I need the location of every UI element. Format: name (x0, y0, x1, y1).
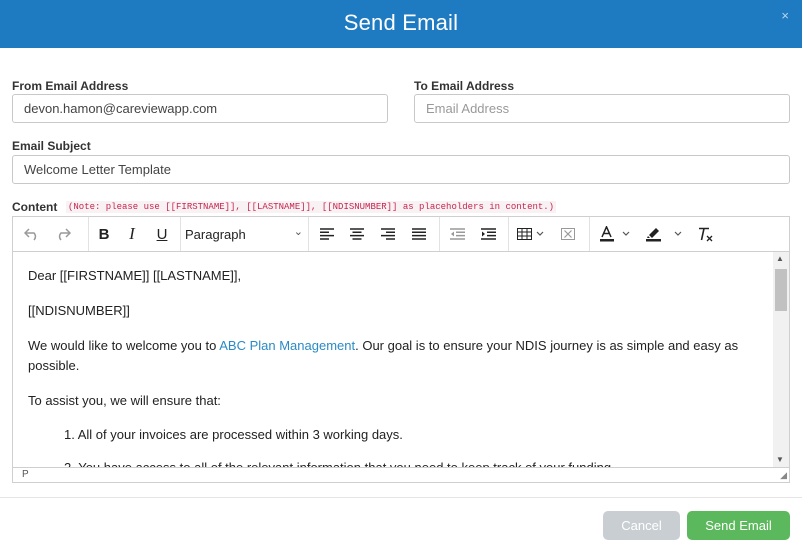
editor-statusbar: P ◢ (13, 467, 789, 483)
to-email-label: To Email Address (414, 79, 515, 93)
footer-divider (0, 497, 802, 498)
chevron-down-icon: ⌄ (293, 226, 303, 238)
dialog-title: Send Email (343, 10, 459, 35)
toolbar-divider (308, 217, 309, 251)
welcome-text-start: We would like to welcome you to (28, 338, 220, 353)
scroll-up-icon[interactable]: ▲ (776, 254, 784, 263)
editor-toolbar: B I U Paragraph ⌄ (13, 217, 789, 252)
clear-format-icon[interactable] (695, 221, 717, 247)
from-email-input[interactable] (12, 94, 388, 123)
scrollbar-thumb[interactable] (775, 269, 787, 311)
modal-header: Send Email × (0, 0, 802, 48)
cancel-button[interactable]: Cancel (603, 511, 680, 540)
welcome-paragraph: We would like to welcome you to ABC Plan… (28, 336, 748, 376)
list-item: 1. All of your invoices are processed wi… (64, 427, 403, 442)
element-path[interactable]: P (22, 469, 29, 480)
toolbar-divider (589, 217, 590, 251)
from-email-label: From Email Address (12, 79, 129, 93)
table-icon[interactable] (515, 221, 547, 247)
toolbar-divider (508, 217, 509, 251)
outdent-icon[interactable] (447, 221, 467, 247)
editor-content[interactable]: Dear [[FIRSTNAME]] [[LASTNAME]], [[NDISN… (13, 252, 773, 467)
underline-icon[interactable]: U (151, 221, 173, 247)
email-subject-label: Email Subject (12, 139, 91, 153)
send-email-button[interactable]: Send Email (687, 511, 790, 540)
align-justify-icon[interactable] (409, 221, 429, 247)
rich-text-editor: B I U Paragraph ⌄ Dear [[FIRSTNAME]] [[L… (12, 216, 790, 483)
block-format-value: Paragraph (185, 226, 246, 242)
block-format-select[interactable]: Paragraph ⌄ (185, 221, 303, 247)
remove-table-icon[interactable] (558, 221, 578, 247)
email-subject-input[interactable] (12, 155, 790, 184)
content-label: Content (12, 200, 58, 214)
align-right-icon[interactable] (378, 221, 398, 247)
toolbar-divider (180, 217, 181, 251)
align-left-icon[interactable] (317, 221, 337, 247)
scroll-down-icon[interactable]: ▼ (776, 455, 784, 464)
close-icon[interactable]: × (781, 8, 789, 23)
to-email-input[interactable] (414, 94, 790, 123)
ndis-placeholder-line: [[NDISNUMBER]] (28, 303, 130, 318)
assist-line: To assist you, we will ensure that: (28, 393, 221, 408)
placeholder-note: (Note: please use [[FIRSTNAME]], [[LASTN… (66, 201, 557, 213)
editor-scrollbar[interactable]: ▲ ▼ (773, 252, 789, 467)
redo-icon[interactable] (52, 221, 74, 247)
toolbar-divider (439, 217, 440, 251)
list-item: 2. You have access to all of the relevan… (64, 458, 754, 467)
company-link[interactable]: ABC Plan Management (219, 338, 355, 353)
text-color-icon[interactable] (597, 221, 637, 247)
indent-icon[interactable] (478, 221, 498, 247)
highlight-icon[interactable] (643, 221, 691, 247)
toolbar-divider (88, 217, 89, 251)
greeting-line: Dear [[FIRSTNAME]] [[LASTNAME]], (28, 268, 242, 283)
resize-handle-icon[interactable]: ◢ (780, 470, 787, 481)
bold-icon[interactable]: B (93, 221, 115, 247)
align-center-icon[interactable] (347, 221, 367, 247)
italic-icon[interactable]: I (121, 221, 143, 247)
undo-icon[interactable] (21, 221, 43, 247)
